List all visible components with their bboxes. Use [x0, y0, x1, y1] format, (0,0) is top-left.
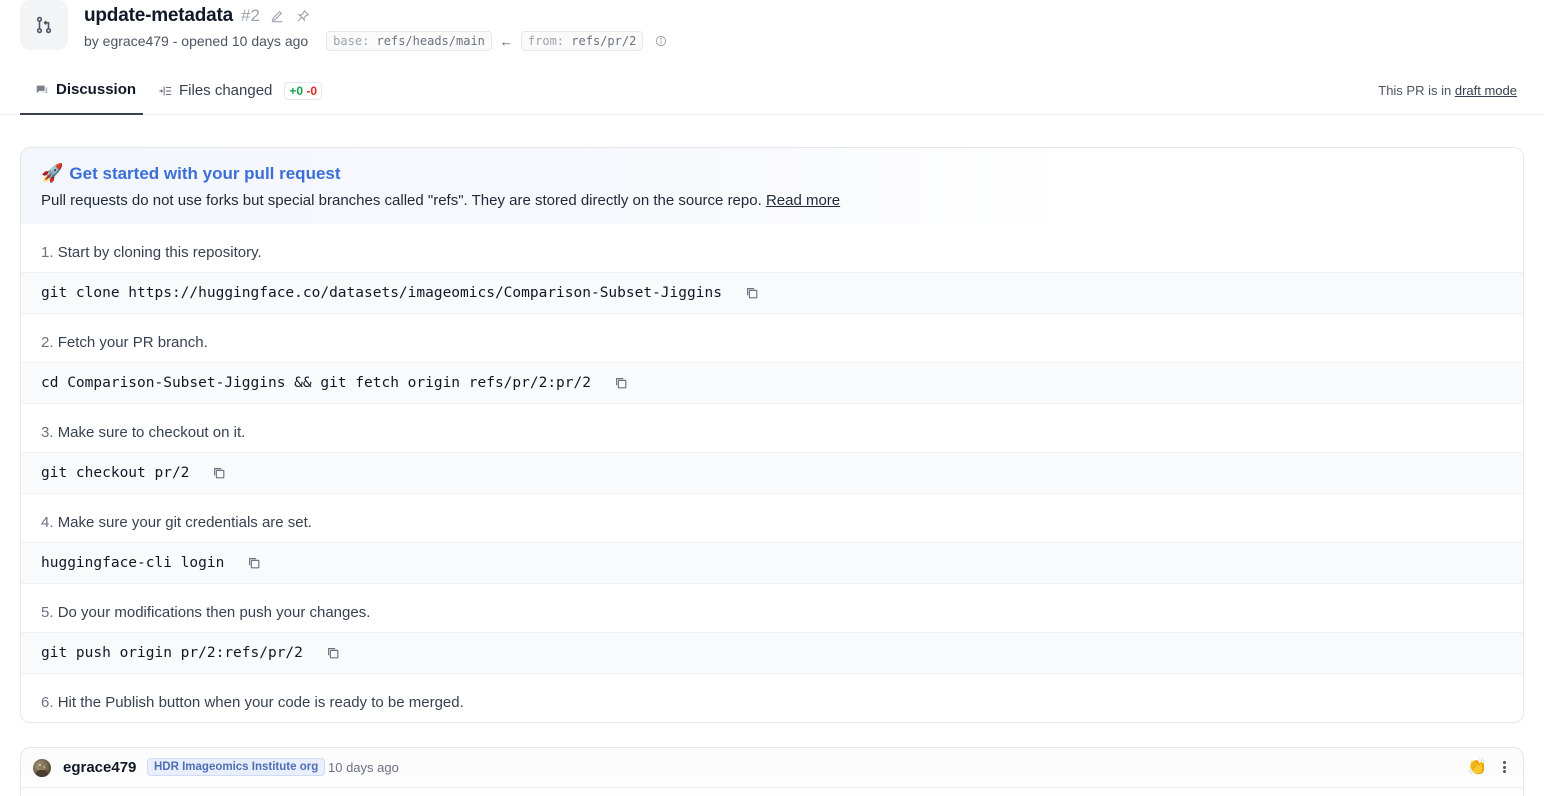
- step-2: 2. Fetch your PR branch.: [41, 334, 208, 351]
- step-6: 6. Hit the Publish button when your code…: [41, 694, 464, 711]
- step-text: Start by cloning this repository.: [57, 244, 262, 261]
- tab-discussion-label: Discussion: [56, 81, 137, 98]
- step-3: 3. Make sure to checkout on it.: [41, 424, 245, 441]
- code-block-3: git checkout pr/2: [21, 452, 1523, 494]
- code-text[interactable]: huggingface-cli login: [41, 555, 224, 571]
- copy-icon[interactable]: [325, 645, 341, 661]
- card-title: 🚀 Get started with your pull request: [41, 163, 341, 184]
- from-ref-pill[interactable]: from: refs/pr/2: [520, 31, 644, 51]
- step-text: Fetch your PR branch.: [57, 334, 208, 351]
- card-subtitle: Pull requests do not use forks but speci…: [41, 192, 840, 209]
- comment-time[interactable]: 10 days ago: [328, 760, 399, 775]
- code-block-1: git clone https://huggingface.co/dataset…: [21, 272, 1523, 314]
- draft-note: This PR is in draft mode: [1378, 83, 1517, 98]
- step-text: Hit the Publish button when your code is…: [57, 694, 464, 711]
- card-title-text: Get started with your pull request: [69, 163, 341, 183]
- pin-icon[interactable]: [294, 7, 312, 25]
- discussion-icon: [36, 85, 48, 94]
- copy-icon[interactable]: [211, 465, 227, 481]
- step-number: 1.: [41, 244, 54, 261]
- tab-files-changed[interactable]: Files changed +0 -0: [158, 66, 323, 115]
- from-ref: refs/pr/2: [571, 34, 637, 48]
- step-number: 2.: [41, 334, 54, 351]
- step-5: 5. Do your modifications then push your …: [41, 604, 370, 621]
- getting-started-card: 🚀 Get started with your pull request Pul…: [20, 147, 1524, 723]
- code-block-4: huggingface-cli login: [21, 542, 1523, 584]
- copy-icon[interactable]: [744, 285, 760, 301]
- copy-icon[interactable]: [613, 375, 629, 391]
- step-text: Make sure to checkout on it.: [57, 424, 246, 441]
- base-label: base:: [333, 34, 370, 48]
- comment-header: egrace479 HDR Imageomics Institute org 1…: [21, 748, 1523, 788]
- code-block-2: cd Comparison-Subset-Jiggins && git fetc…: [21, 362, 1523, 404]
- pull-request-icon: [20, 0, 68, 50]
- additions-count: +0: [289, 83, 304, 98]
- step-number: 4.: [41, 514, 54, 531]
- rocket-icon: 🚀: [41, 163, 64, 183]
- author-line: by egrace479 - opened 10 days ago: [84, 33, 309, 49]
- read-more-link[interactable]: Read more: [766, 192, 840, 209]
- pr-header: update-metadata #2 by egrace479 - opened…: [20, 0, 1524, 60]
- code-text[interactable]: git push origin pr/2:refs/pr/2: [41, 645, 303, 661]
- files-changed-icon: [159, 86, 172, 95]
- code-text[interactable]: cd Comparison-Subset-Jiggins && git fetc…: [41, 375, 591, 391]
- pr-title: update-metadata: [84, 5, 234, 26]
- clap-reaction-icon[interactable]: 👏: [1467, 757, 1487, 777]
- tab-discussion[interactable]: Discussion: [20, 66, 143, 115]
- info-icon[interactable]: [655, 35, 667, 47]
- card-subtitle-text: Pull requests do not use forks but speci…: [41, 192, 762, 209]
- diff-stats-badge: +0 -0: [284, 81, 323, 100]
- code-block-5: git push origin pr/2:refs/pr/2: [21, 632, 1523, 674]
- base-ref: refs/heads/main: [376, 34, 485, 48]
- comment-username[interactable]: egrace479: [63, 759, 136, 776]
- step-1: 1. Start by cloning this repository.: [41, 244, 262, 261]
- card-header: 🚀 Get started with your pull request Pul…: [21, 148, 1523, 224]
- more-options-icon[interactable]: [1501, 758, 1507, 776]
- draft-mode-link[interactable]: draft mode: [1455, 83, 1517, 98]
- step-text: Make sure your git credentials are set.: [57, 514, 312, 531]
- step-number: 5.: [41, 604, 54, 621]
- arrow-left-icon: ←: [499, 33, 513, 49]
- comment: egrace479 HDR Imageomics Institute org 1…: [20, 747, 1524, 796]
- pr-number: #2: [241, 6, 260, 25]
- deletions-count: -0: [306, 83, 318, 98]
- org-badge[interactable]: HDR Imageomics Institute org: [147, 758, 326, 776]
- edit-icon[interactable]: [268, 7, 286, 25]
- tabs-bar: Discussion Files changed +0 -0 This PR i…: [0, 66, 1544, 115]
- copy-icon[interactable]: [246, 555, 262, 571]
- step-text: Do your modifications then push your cha…: [57, 604, 371, 621]
- step-number: 3.: [41, 424, 54, 441]
- from-label: from:: [527, 34, 565, 48]
- tab-files-changed-label: Files changed: [179, 82, 273, 99]
- base-ref-pill[interactable]: base: refs/heads/main: [326, 31, 492, 51]
- code-text[interactable]: git checkout pr/2: [41, 465, 189, 481]
- draft-note-prefix: This PR is in: [1378, 83, 1452, 98]
- step-4: 4. Make sure your git credentials are se…: [41, 514, 312, 531]
- code-text[interactable]: git clone https://huggingface.co/dataset…: [41, 285, 722, 301]
- step-number: 6.: [41, 694, 54, 711]
- avatar[interactable]: [33, 759, 51, 777]
